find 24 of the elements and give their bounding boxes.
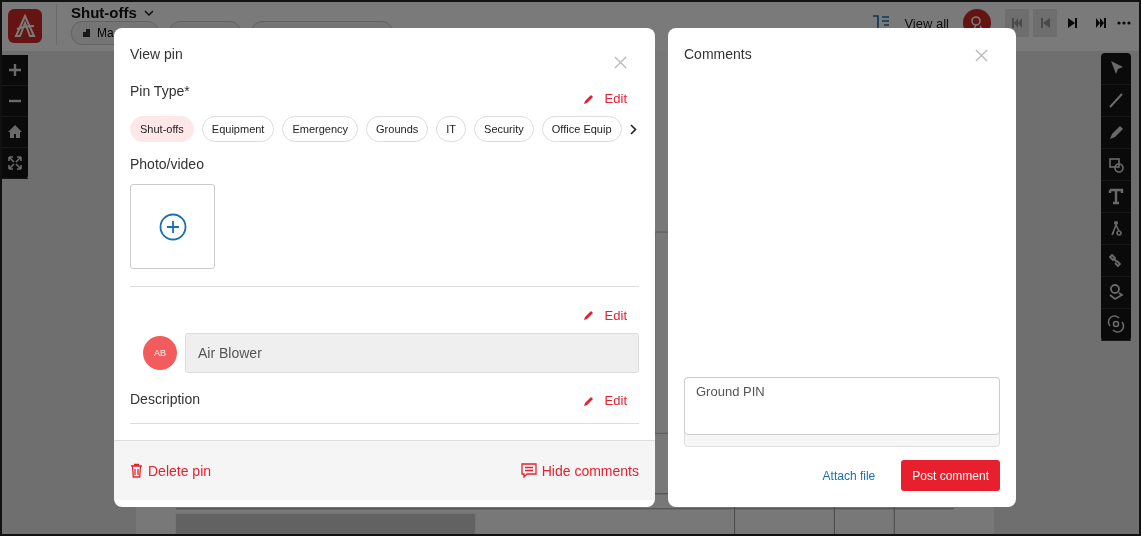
edit-button[interactable]: Edit (582, 91, 639, 106)
edit-button[interactable]: Edit (582, 303, 639, 327)
dialog-title: View pin (130, 46, 183, 62)
hide-comments-button[interactable]: Hide comments (520, 462, 639, 479)
pin-type-chip[interactable]: Shut-offs (130, 116, 194, 142)
pin-type-chip[interactable]: Emergency (282, 116, 359, 142)
comment-field[interactable]: Ground PIN (684, 377, 1000, 447)
pin-type-chip[interactable]: Office Equip (541, 116, 622, 142)
view-all-link[interactable]: View all (904, 15, 949, 31)
delete-pin-button[interactable]: Delete pin (130, 462, 212, 479)
description-label: Description (130, 391, 201, 407)
pin-type-chip[interactable]: IT (436, 116, 467, 142)
edit-button[interactable]: Edit (582, 393, 639, 408)
post-comment-button[interactable]: Post comment (901, 460, 1000, 491)
panel-title: Comments (684, 46, 752, 62)
pin-type-chip[interactable]: Grounds (366, 116, 429, 142)
pin-type-chip[interactable]: Equipment (201, 116, 275, 142)
attach-file-link[interactable]: Attach file (822, 468, 876, 483)
name-field[interactable]: Air Blower (185, 333, 639, 373)
page-title[interactable]: Shut-offs (71, 4, 137, 21)
photo-video-label: Photo/video (130, 156, 205, 172)
pin-type-chip[interactable]: Security (474, 116, 534, 142)
avatar: AB (143, 336, 177, 370)
pin-type-label: Pin Type* (130, 83, 190, 99)
